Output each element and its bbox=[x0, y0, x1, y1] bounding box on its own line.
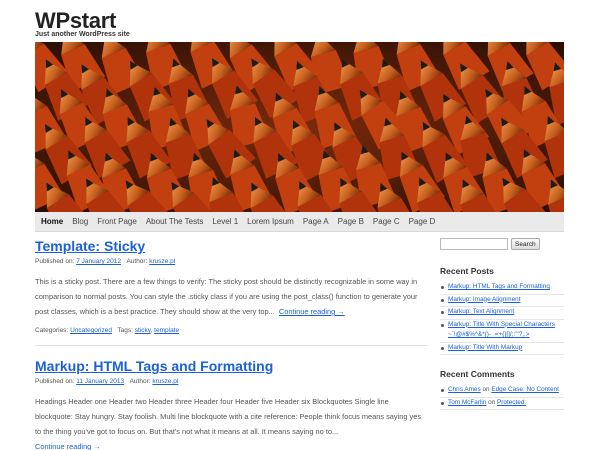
post-categories: Categories: Uncategorized Tags: sticky, … bbox=[35, 327, 427, 346]
list-item: Tom McFarlin on Protected: bbox=[440, 398, 564, 410]
nav-item-page-b[interactable]: Page B bbox=[338, 217, 364, 226]
list-item: Chris Ames on Edge Case: No Content bbox=[440, 385, 564, 398]
post-meta: Published on: 7 January 2012 Author: kru… bbox=[35, 258, 427, 265]
nav-item-front-page[interactable]: Front Page bbox=[97, 217, 137, 226]
comment-post-link[interactable]: Protected: bbox=[497, 399, 526, 406]
recent-post-link[interactable]: Markup: Title With Markup bbox=[448, 344, 522, 351]
post-title[interactable]: Template: Sticky bbox=[35, 238, 427, 254]
list-item: Markup: Title With Markup bbox=[440, 343, 564, 355]
tags-label: Tags: bbox=[117, 327, 133, 334]
pencils-photo bbox=[35, 42, 564, 212]
post-date-link[interactable]: 7 January 2012 bbox=[76, 258, 121, 265]
author-link[interactable]: krusze.pl bbox=[149, 258, 175, 265]
author-label: Author: bbox=[126, 258, 148, 265]
post-excerpt: Headings Header one Header two Header th… bbox=[35, 394, 427, 450]
recent-post-link[interactable]: Markup: Title With Special Characters ~`… bbox=[448, 321, 555, 339]
category-link[interactable]: Uncategorized bbox=[70, 327, 112, 334]
list-item: Markup: Text Alignment bbox=[440, 307, 564, 320]
recent-post-link[interactable]: Markup: HTML Tags and Formatting bbox=[448, 283, 550, 290]
header-image bbox=[35, 42, 564, 212]
tag-link[interactable]: sticky bbox=[135, 327, 151, 334]
categories-label: Categories: bbox=[35, 327, 69, 334]
recent-post-link[interactable]: Markup: Text Alignment bbox=[448, 308, 514, 315]
nav-item-blog[interactable]: Blog bbox=[72, 217, 88, 226]
comment-author-link[interactable]: Chris Ames bbox=[448, 386, 481, 393]
recent-posts-widget: Recent Posts Markup: HTML Tags and Forma… bbox=[440, 266, 564, 355]
excerpt-text: Headings Header one Header two Header th… bbox=[35, 397, 422, 436]
comment-author-link[interactable]: Tom McFarlin bbox=[448, 399, 486, 406]
recent-post-link[interactable]: Markup: Image Alignment bbox=[448, 296, 520, 303]
post-excerpt: This is a sticky post. There are a few t… bbox=[35, 274, 427, 319]
recent-comments-widget: Recent Comments Chris Ames on Edge Case:… bbox=[440, 369, 564, 410]
search-form: Search bbox=[440, 238, 564, 250]
content: Template: Sticky Published on: 7 January… bbox=[35, 238, 427, 450]
nav-item-page-a[interactable]: Page A bbox=[303, 217, 329, 226]
post-meta: Published on: 11 January 2013 Author: kr… bbox=[35, 378, 427, 385]
recent-comments-list: Chris Ames on Edge Case: No Content Tom … bbox=[440, 385, 564, 410]
nav-item-lorem-ipsum[interactable]: Lorem Ipsum bbox=[247, 217, 294, 226]
post-date-link[interactable]: 11 January 2013 bbox=[76, 378, 124, 385]
comment-post-link[interactable]: Edge Case: No Content bbox=[491, 386, 559, 393]
list-item: Markup: HTML Tags and Formatting bbox=[440, 282, 564, 295]
nav-item-home[interactable]: Home bbox=[41, 217, 63, 226]
site-description: Just another WordPress site bbox=[35, 31, 130, 38]
nav-item-page-d[interactable]: Page D bbox=[409, 217, 436, 226]
widget-title: Recent Posts bbox=[440, 266, 494, 276]
list-item: Markup: Title With Special Characters ~`… bbox=[440, 320, 564, 343]
continue-reading-link[interactable]: Continue reading → bbox=[35, 442, 101, 450]
comment-on-text: on bbox=[488, 398, 496, 406]
nav-item-page-c[interactable]: Page C bbox=[373, 217, 400, 226]
published-label: Published on: bbox=[35, 378, 75, 385]
post-html-tags: Markup: HTML Tags and Formatting Publish… bbox=[35, 358, 427, 450]
excerpt-text: This is a sticky post. There are a few t… bbox=[35, 277, 418, 316]
recent-posts-list: Markup: HTML Tags and Formatting Markup:… bbox=[440, 282, 564, 355]
search-button[interactable]: Search bbox=[511, 238, 540, 250]
comment-on-text: on bbox=[482, 386, 490, 393]
search-input[interactable] bbox=[440, 238, 508, 250]
published-label: Published on: bbox=[35, 258, 75, 265]
post-title[interactable]: Markup: HTML Tags and Formatting bbox=[35, 358, 427, 374]
nav-item-about-the-tests[interactable]: About The Tests bbox=[146, 217, 204, 226]
widget-title: Recent Comments bbox=[440, 369, 515, 379]
author-link[interactable]: krusze.pl bbox=[152, 378, 178, 385]
author-label: Author: bbox=[129, 378, 151, 385]
main-nav: Home Blog Front Page About The Tests Level 1… bbox=[35, 212, 564, 232]
continue-reading-link[interactable]: Continue reading → bbox=[279, 307, 345, 316]
post-sticky: Template: Sticky Published on: 7 January… bbox=[35, 238, 427, 346]
list-item: Markup: Image Alignment bbox=[440, 295, 564, 307]
nav-item-level-1[interactable]: Level 1 bbox=[212, 217, 238, 226]
sidebar: Search Recent Posts Markup: HTML Tags an… bbox=[440, 238, 564, 424]
tag-link[interactable]: template bbox=[154, 327, 179, 334]
